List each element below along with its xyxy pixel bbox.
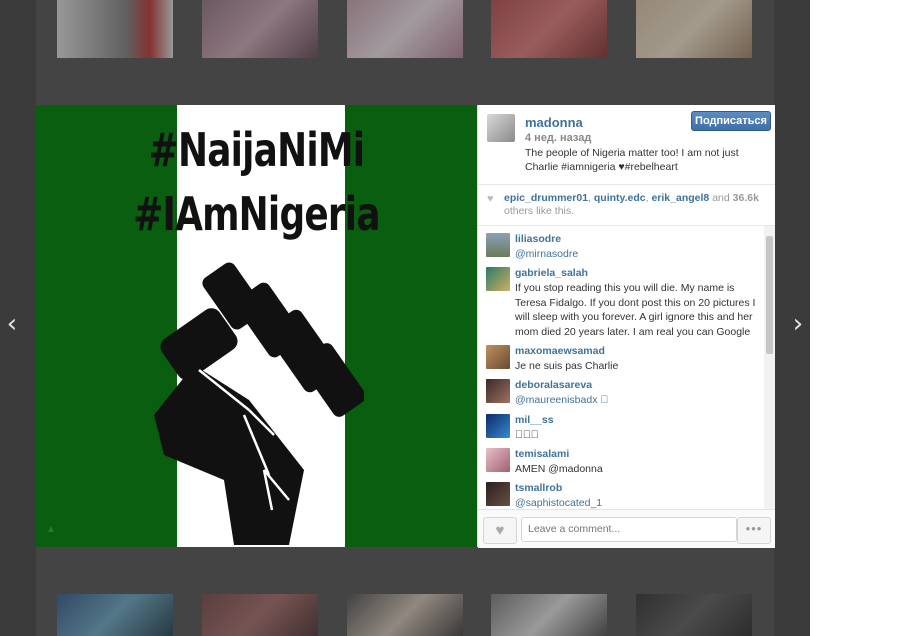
avatar[interactable] <box>486 233 510 257</box>
comment-text[interactable]: @mirnasodre <box>515 247 760 262</box>
avatar[interactable] <box>487 114 515 142</box>
follow-button[interactable]: Подписаться <box>691 111 771 131</box>
thumbnail[interactable] <box>491 0 607 58</box>
thumbnail[interactable] <box>347 594 463 636</box>
avatar[interactable] <box>486 267 510 291</box>
avatar[interactable] <box>486 345 510 369</box>
post-header: madonna Подписаться 4 нед. назад The peo… <box>478 105 775 185</box>
scrollbar-thumb[interactable] <box>766 236 773 354</box>
liker-link[interactable]: quinty.edc <box>594 192 646 204</box>
comment-username[interactable]: tsmallrob <box>515 482 562 494</box>
comment-username[interactable]: gabriela_salah <box>515 267 588 279</box>
photo-hashtag-line1: #NaijaNiMi <box>148 123 365 177</box>
post-photo[interactable]: #NaijaNiMi #IAmNigeria ▲ <box>36 105 477 547</box>
photo-hashtag-line2: #IAmNigeria <box>133 187 380 241</box>
likes-suffix: others like this. <box>504 205 575 217</box>
more-dots-icon[interactable]: ••• <box>737 517 771 544</box>
thumbnail[interactable] <box>636 594 752 636</box>
thumbnail[interactable] <box>57 594 173 636</box>
post-timestamp[interactable]: 4 нед. назад <box>525 132 591 144</box>
thumbnail[interactable] <box>202 0 318 58</box>
comment-input[interactable] <box>521 517 737 542</box>
liker-link[interactable]: epic_drummer01 <box>504 192 588 204</box>
comment-username[interactable]: liliasodre <box>515 233 561 245</box>
chevron-right-icon[interactable]: › <box>788 311 808 337</box>
comment-username[interactable]: maxomaewsamad <box>515 345 605 357</box>
comment-username[interactable]: deboralasareva <box>515 379 592 391</box>
avatar[interactable] <box>486 448 510 472</box>
likes-and: and <box>712 192 730 204</box>
comments-list[interactable]: liliasodre @mirnasodre gabriela_salah If… <box>478 226 763 509</box>
liker-link[interactable]: erik_angel8 <box>651 192 709 204</box>
comment-footer: ♥ ••• <box>478 509 775 548</box>
thumbnail[interactable] <box>636 0 752 58</box>
raised-fist-icon <box>154 262 364 545</box>
avatar[interactable] <box>486 379 510 403</box>
likes-count[interactable]: 36.6k <box>733 192 759 204</box>
likes-text: epic_drummer01, quinty.edc, erik_angel8 … <box>504 192 759 217</box>
comment-username[interactable]: temisalami <box>515 448 569 460</box>
heart-icon: ♥ <box>487 193 494 205</box>
comment-username[interactable]: mil__ss <box>515 414 554 426</box>
likes-summary: ♥ epic_drummer01, quinty.edc, erik_angel… <box>478 185 775 226</box>
comment-text: If you stop reading this you will die. M… <box>515 282 756 338</box>
post-info-panel: madonna Подписаться 4 нед. назад The peo… <box>477 105 775 548</box>
post-modal: #NaijaNiMi #IAmNigeria ▲ madonna Подписа… <box>36 105 775 548</box>
comment-text[interactable]: @saphistocated_1 <box>515 496 760 509</box>
post-username[interactable]: madonna <box>525 115 583 130</box>
avatar[interactable] <box>486 482 510 506</box>
comment-text: 󾓧󾓧󾓧 <box>515 429 539 441</box>
comment-text: AMEN @madonna <box>515 463 603 475</box>
comment-text[interactable]: @maureenisbadx 󾓧 <box>515 393 760 408</box>
post-caption: The people of Nigeria matter too! I am n… <box>525 147 739 173</box>
comment-text: Je ne suis pas Charlie <box>515 360 619 372</box>
heart-icon[interactable]: ♥ <box>483 517 517 544</box>
avatar[interactable] <box>486 414 510 438</box>
chevron-left-icon[interactable]: ‹ <box>2 311 22 337</box>
thumbnail[interactable] <box>202 594 318 636</box>
thumbnail[interactable] <box>491 594 607 636</box>
thumbnail[interactable] <box>57 0 173 58</box>
user-tag-icon[interactable]: ▲ <box>46 525 56 535</box>
comments-scrollbar[interactable] <box>764 226 775 509</box>
thumbnail[interactable] <box>347 0 463 58</box>
